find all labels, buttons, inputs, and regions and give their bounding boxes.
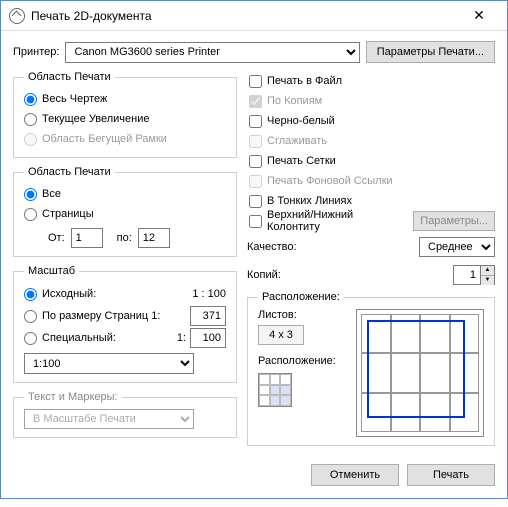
printer-row: Принтер: Canon MG3600 series Printer Пар…	[13, 41, 495, 63]
print-button[interactable]: Печать	[407, 464, 495, 486]
current-zoom-label: Текущее Увеличение	[42, 113, 149, 125]
close-button[interactable]: ✕	[459, 2, 499, 30]
page-range-legend: Область Печати	[24, 166, 115, 178]
print-params-button[interactable]: Параметры Печати...	[366, 41, 495, 63]
bg-link-check	[249, 175, 262, 188]
fit-scale-input[interactable]	[190, 306, 226, 326]
layout-legend: Расположение:	[258, 291, 344, 303]
bw-check[interactable]	[249, 115, 262, 128]
special-scale-prefix: 1:	[177, 332, 186, 344]
hairline-label: В Тонких Линиях	[267, 195, 495, 207]
header-check[interactable]	[249, 215, 262, 228]
columns: Область Печати Весь Чертеж Текущее Увели…	[13, 71, 495, 454]
window-title: Печать 2D-документа	[31, 9, 459, 23]
dialog-window: Печать 2D-документа ✕ Принтер: Canon MG3…	[0, 0, 508, 499]
to-input[interactable]	[138, 228, 170, 248]
original-scale-radio[interactable]	[24, 288, 37, 301]
scale-legend: Масштаб	[24, 265, 79, 277]
quality-row: Качество: Среднее	[247, 237, 495, 257]
whole-drawing-radio[interactable]	[24, 93, 37, 106]
antialias-label: Сглаживать	[267, 135, 495, 147]
hairline-check[interactable]	[249, 195, 262, 208]
bw-label: Черно-белый	[267, 115, 495, 127]
printer-select[interactable]: Canon MG3600 series Printer	[65, 42, 359, 63]
copies-row: Копий: ▲ ▼	[247, 265, 495, 285]
all-pages-radio[interactable]	[24, 188, 37, 201]
collate-label: По Копиям	[267, 95, 495, 107]
right-column: Печать в Файл По Копиям Черно-белый Сгла…	[247, 71, 495, 454]
page-range-fieldset: Область Печати Все Страницы От: по:	[13, 166, 237, 257]
titlebar: Печать 2D-документа ✕	[1, 1, 507, 31]
marquee-label: Область Бегущей Рамки	[42, 133, 167, 145]
cancel-button[interactable]: Отменить	[311, 464, 399, 486]
copies-label: Копий:	[247, 269, 281, 281]
scale-preset-select[interactable]: 1:100	[24, 353, 194, 374]
print-to-file-check[interactable]	[249, 75, 262, 88]
bg-link-label: Печать Фоновой Ссылки	[267, 175, 495, 187]
layout-fieldset: Расположение: Листов: 4 x 3 Расположение…	[247, 291, 495, 446]
footer-buttons: Отменить Печать	[13, 464, 495, 486]
print-area-legend: Область Печати	[24, 71, 115, 83]
sheets-value: 4 x 3	[258, 325, 304, 345]
pages-radio[interactable]	[24, 208, 37, 221]
dialog-content: Принтер: Canon MG3600 series Printer Пар…	[1, 31, 507, 498]
original-scale-ratio: 1 : 100	[192, 288, 226, 300]
print-grid-label: Печать Сетки	[267, 155, 495, 167]
fit-scale-label: По размеру Страниц 1:	[42, 310, 160, 322]
from-label: От:	[48, 232, 65, 244]
fit-scale-radio[interactable]	[24, 310, 37, 323]
quality-select[interactable]: Среднее	[419, 237, 495, 257]
print-area-fieldset: Область Печати Весь Чертеж Текущее Увели…	[13, 71, 237, 158]
print-to-file-label: Печать в Файл	[267, 75, 495, 87]
text-markers-legend: Текст и Маркеры:	[24, 391, 122, 403]
options-checks: Печать в Файл По Копиям Черно-белый Сгла…	[247, 71, 495, 231]
special-scale-label: Специальный:	[42, 332, 116, 344]
from-input[interactable]	[71, 228, 103, 248]
all-pages-label: Все	[42, 188, 61, 200]
scale-fieldset: Масштаб Исходный: 1 : 100 По размеру Стр…	[13, 265, 237, 383]
text-markers-fieldset: Текст и Маркеры: В Масштабе Печати	[13, 391, 237, 438]
current-zoom-radio[interactable]	[24, 113, 37, 126]
position-label: Расположение:	[258, 355, 346, 367]
printer-label: Принтер:	[13, 46, 59, 58]
header-params-button: Параметры...	[413, 211, 495, 231]
pages-label: Страницы	[42, 208, 94, 220]
text-markers-select: В Масштабе Печати	[24, 409, 194, 429]
special-scale-input[interactable]	[190, 328, 226, 348]
copies-spinner[interactable]: ▲ ▼	[481, 265, 495, 285]
left-column: Область Печати Весь Чертеж Текущее Увели…	[13, 71, 237, 454]
print-grid-check[interactable]	[249, 155, 262, 168]
marquee-radio	[24, 133, 37, 146]
header-label: Верхний/Нижний Колонтиту	[267, 209, 408, 233]
position-picker[interactable]	[258, 373, 292, 407]
copies-input[interactable]	[453, 265, 481, 285]
special-scale-radio[interactable]	[24, 332, 37, 345]
original-scale-label: Исходный:	[42, 288, 96, 300]
whole-drawing-label: Весь Чертеж	[42, 93, 107, 105]
spinner-up-icon[interactable]: ▲	[481, 266, 494, 276]
to-label: по:	[117, 232, 132, 244]
app-icon	[9, 8, 25, 24]
spinner-down-icon[interactable]: ▼	[481, 276, 494, 285]
preview-content-bounds	[367, 320, 465, 418]
page-preview	[356, 309, 484, 437]
sheets-label: Листов:	[258, 309, 346, 321]
antialias-check	[249, 135, 262, 148]
collate-check	[249, 95, 262, 108]
quality-label: Качество:	[247, 241, 297, 253]
